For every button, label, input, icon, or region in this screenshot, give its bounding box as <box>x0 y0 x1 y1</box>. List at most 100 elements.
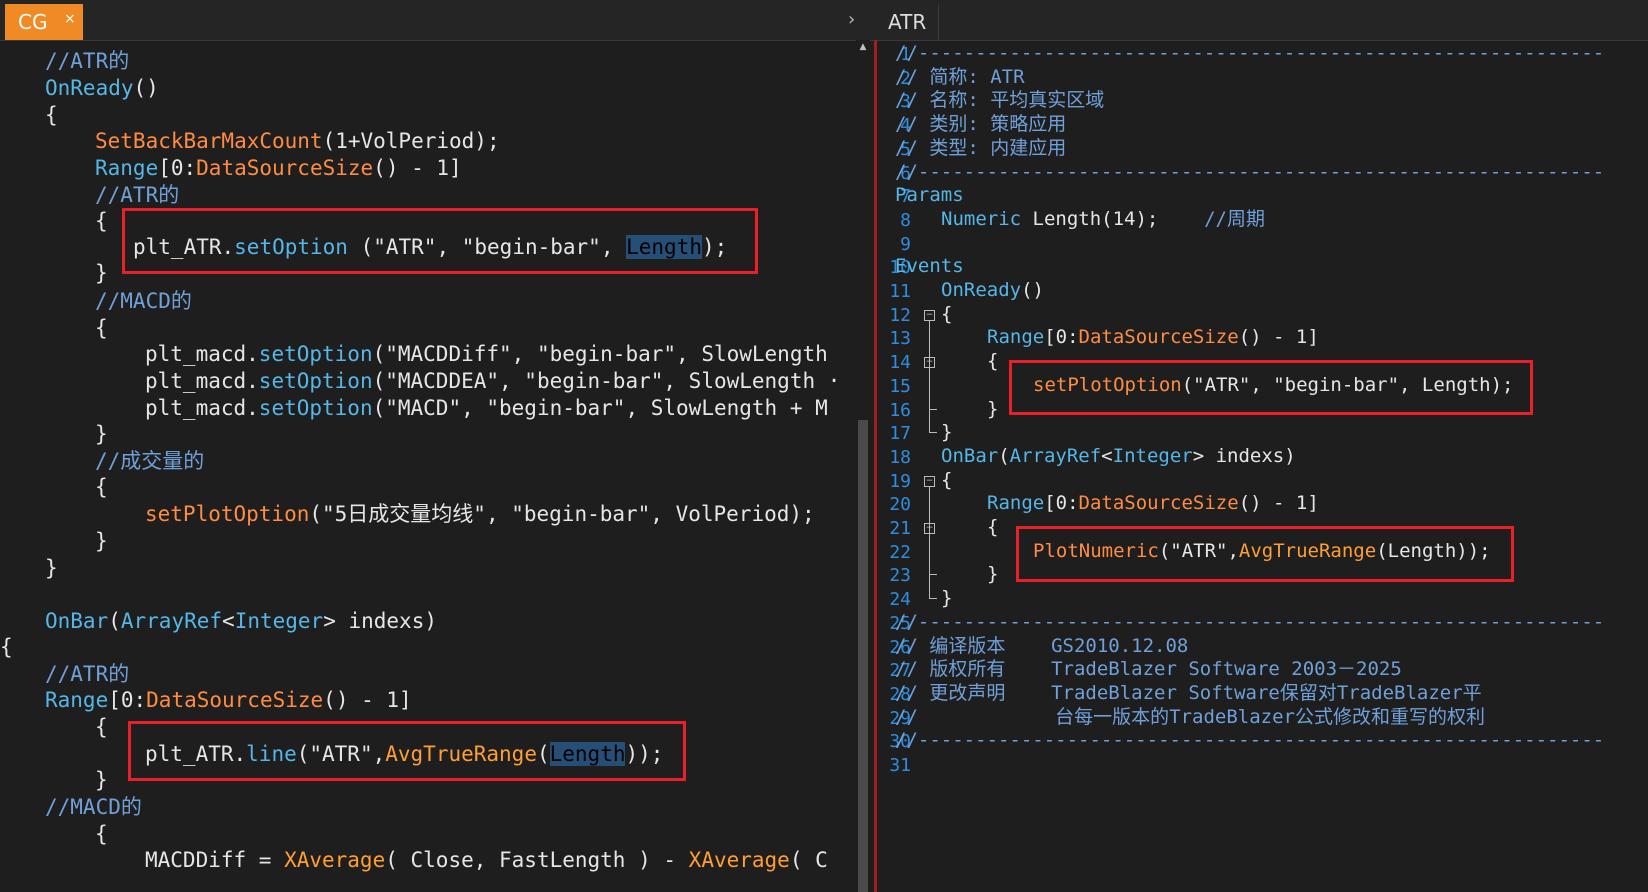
code-token: } <box>45 556 58 580</box>
code-line[interactable]: plt_macd.setOption("MACDDiff", "begin-ba… <box>145 341 828 368</box>
code-line[interactable]: // 名称: 平均真实区域 <box>895 88 1104 113</box>
code-line[interactable]: Params <box>895 183 964 208</box>
code-line[interactable]: MACDDiff = XAverage( Close, FastLength )… <box>145 847 828 874</box>
code-token: //--------------------------------------… <box>895 610 1605 633</box>
code-line[interactable]: //--------------------------------------… <box>895 41 1604 66</box>
code-line[interactable]: } <box>95 528 108 555</box>
code-line[interactable]: Range[0:DataSourceSize() - 1] <box>95 155 462 182</box>
code-token: { <box>45 103 58 127</box>
code-token: } <box>987 563 999 586</box>
fold-toggle-icon[interactable]: − <box>924 309 935 321</box>
code-line[interactable]: // 简称: ATR <box>895 65 1025 90</box>
code-line[interactable]: Range[0:DataSourceSize() - 1] <box>45 687 412 714</box>
code-line[interactable]: { <box>95 821 108 848</box>
code-token: } <box>95 529 108 553</box>
code-line[interactable]: //MACD的 <box>95 288 192 315</box>
code-line[interactable]: } <box>45 555 58 582</box>
code-token: ( <box>108 609 121 633</box>
editor-tab-bar: CG × › ATR <box>0 0 1648 41</box>
code-line[interactable]: OnReady() <box>941 278 1044 303</box>
code-token: ("MACD", "begin-bar", SlowLength + M <box>372 396 828 420</box>
code-line[interactable]: { <box>941 468 952 493</box>
code-token: DataSourceSize <box>1078 492 1239 515</box>
code-line[interactable]: plt_macd.setOption("MACDDEA", "begin-bar… <box>145 368 840 395</box>
code-line[interactable]: } <box>95 421 108 448</box>
code-token: [0: <box>108 688 147 712</box>
code-token: Numeric <box>941 207 1022 230</box>
code-line[interactable]: // 更改声明 TradeBlazer Software保留对TradeBlaz… <box>895 681 1482 706</box>
code-line[interactable]: Numeric Length(14); //周期 <box>941 207 1265 232</box>
fold-guide-end <box>929 408 937 410</box>
code-line[interactable]: //--------------------------------------… <box>895 728 1604 753</box>
code-line[interactable]: Range[0:DataSourceSize() - 1] <box>987 325 1319 350</box>
code-line[interactable]: { <box>95 714 108 741</box>
highlight-box-right-setplotoption <box>1009 360 1533 415</box>
line-number: 12 <box>889 304 911 326</box>
code-line[interactable]: plt_macd.setOption("MACD", "begin-bar", … <box>145 395 828 422</box>
code-token: ArrayRef <box>1009 444 1102 467</box>
tab-cg-label: CG <box>18 10 48 34</box>
scrollbar-thumb[interactable] <box>858 420 868 892</box>
code-line[interactable]: setPlotOption("5日成交量均线", "begin-bar", Vo… <box>145 501 815 528</box>
close-icon[interactable]: × <box>64 11 76 27</box>
code-token: OnReady <box>941 279 1022 301</box>
scroll-up-arrow-icon[interactable]: ▲ <box>856 40 870 54</box>
code-line[interactable]: //成交量的 <box>95 448 204 475</box>
code-line[interactable]: //MACD的 <box>45 794 142 821</box>
code-line[interactable]: OnBar(ArrayRef<Integer> indexs) <box>941 444 1296 469</box>
code-line[interactable]: // 台每一版本的TradeBlazer公式修改和重写的权利 <box>895 705 1485 730</box>
code-token: { <box>95 715 108 739</box>
code-line[interactable]: //ATR的 <box>95 182 179 209</box>
code-line[interactable]: { <box>987 349 998 374</box>
code-line[interactable]: //--------------------------------------… <box>895 160 1604 185</box>
code-line[interactable]: OnBar(ArrayRef<Integer> indexs) <box>45 608 437 635</box>
code-line[interactable]: { <box>95 474 108 501</box>
code-line[interactable]: OnReady() <box>45 75 159 102</box>
code-token: > indexs) <box>323 609 437 633</box>
code-token: // 更改声明 TradeBlazer Software保留对TradeBlaz… <box>895 681 1482 704</box>
code-token: { <box>95 209 108 233</box>
code-line[interactable]: { <box>0 634 13 661</box>
code-line[interactable]: } <box>95 260 108 287</box>
code-line[interactable]: } <box>95 767 108 794</box>
code-line[interactable]: SetBackBarMaxCount(1+VolPeriod); <box>95 128 500 155</box>
code-line[interactable]: //ATR的 <box>45 661 129 688</box>
code-line[interactable]: } <box>987 562 998 587</box>
code-token: ( Close, FastLength ) - <box>385 848 689 872</box>
code-line[interactable]: { <box>987 515 998 540</box>
code-token: setOption <box>258 369 373 393</box>
code-token: // 简称: ATR <box>895 65 1025 88</box>
chevron-right-icon[interactable]: › <box>848 9 855 30</box>
code-line[interactable]: // 类型: 内建应用 <box>895 136 1066 161</box>
code-line[interactable]: } <box>987 397 998 422</box>
code-line[interactable]: } <box>941 420 952 445</box>
code-line[interactable]: Range[0:DataSourceSize() - 1] <box>987 491 1319 516</box>
fold-toggle-icon[interactable]: − <box>924 475 935 487</box>
line-number: 24 <box>889 589 911 611</box>
code-token: () <box>1021 279 1044 301</box>
code-line[interactable]: Events <box>895 254 964 279</box>
right-code-editor[interactable]: 1//-------------------------------------… <box>877 40 1648 892</box>
tab-cg[interactable]: CG × <box>5 4 83 40</box>
code-token: } <box>95 768 108 792</box>
code-line[interactable]: //--------------------------------------… <box>895 610 1604 635</box>
code-line[interactable]: // 编译版本 GS2010.12.08 <box>895 634 1188 659</box>
code-token: XAverage <box>688 848 790 872</box>
code-line[interactable]: // 版权所有 TradeBlazer Software 2003－2025 <box>895 657 1402 682</box>
code-token: plt_macd. <box>145 369 259 393</box>
code-token: //--------------------------------------… <box>895 160 1605 183</box>
code-line[interactable]: } <box>941 586 952 611</box>
line-number: 15 <box>889 375 911 397</box>
code-token: { <box>95 822 108 846</box>
code-line[interactable]: { <box>941 302 952 327</box>
tab-atr[interactable]: ATR <box>876 4 940 40</box>
code-line[interactable]: { <box>95 315 108 342</box>
code-token: [0: <box>1044 492 1079 515</box>
code-token: } <box>987 397 999 420</box>
line-number: 31 <box>889 755 911 776</box>
code-line[interactable]: { <box>45 102 58 129</box>
code-token: setOption <box>258 342 373 366</box>
code-line[interactable]: { <box>95 208 108 235</box>
code-line[interactable]: //ATR的 <box>45 48 129 75</box>
code-line[interactable]: // 类别: 策略应用 <box>895 112 1066 137</box>
